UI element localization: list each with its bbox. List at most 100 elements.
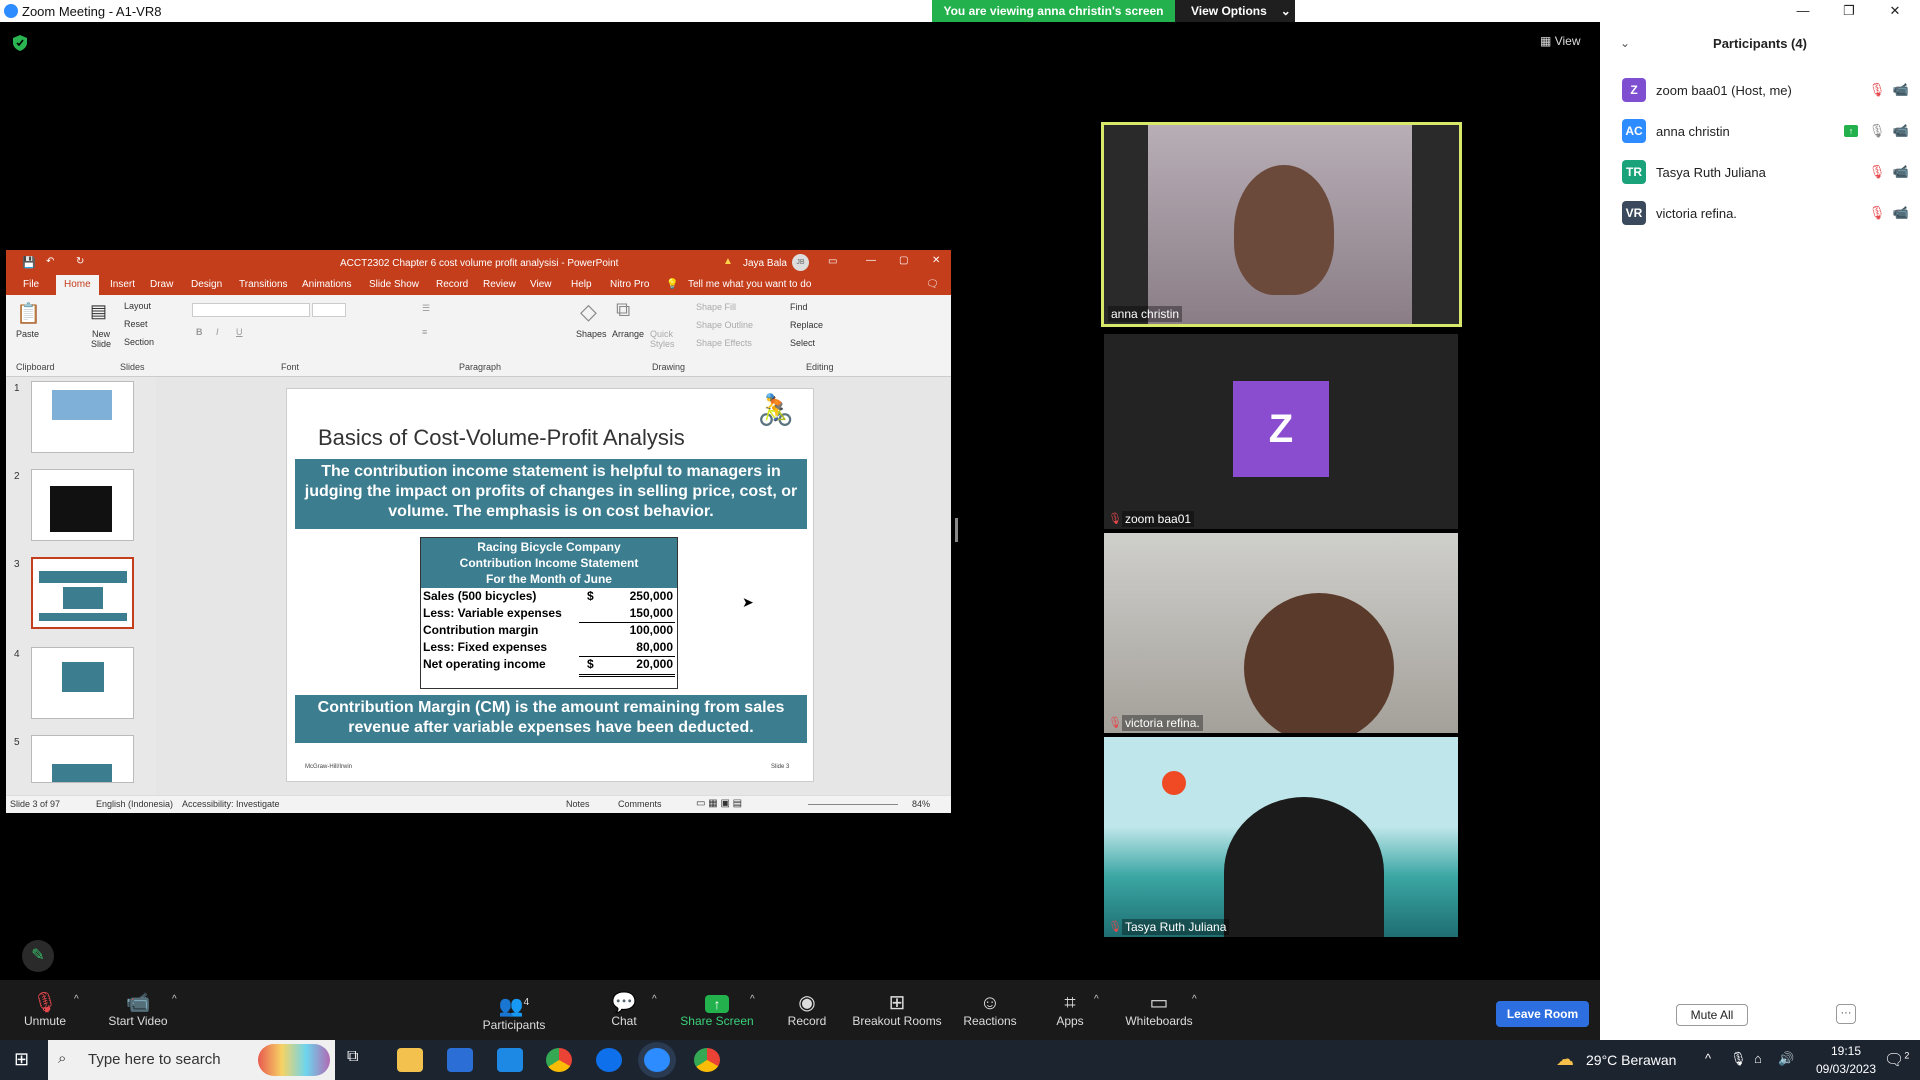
video-off-icon[interactable]: 📹 — [1892, 82, 1910, 98]
shapes-label[interactable]: Shapes — [576, 329, 607, 339]
tray-chevron-icon[interactable]: ^ — [1705, 1051, 1711, 1066]
tab-help[interactable]: Help — [571, 279, 592, 290]
align-icon[interactable]: ≡ — [422, 327, 427, 337]
participant-row[interactable]: AC anna christin ↑ 🎙 📹 — [1622, 119, 1912, 149]
underline-icon[interactable]: U — [236, 327, 243, 337]
notes-button[interactable]: Notes — [566, 799, 590, 809]
shape-outline-button[interactable]: Shape Outline — [696, 320, 753, 330]
tab-draw[interactable]: Draw — [150, 279, 173, 290]
new-slide-label[interactable]: New Slide — [86, 329, 116, 349]
zoom-level[interactable]: 84% — [912, 799, 930, 809]
record-button[interactable]: ◉ Record — [782, 992, 832, 1028]
unmute-button[interactable]: 🎙 Unmute — [22, 992, 68, 1028]
tab-view[interactable]: View — [530, 279, 552, 290]
italic-icon[interactable]: I — [216, 327, 219, 337]
split-resize-handle[interactable] — [955, 518, 958, 542]
windows-start-icon[interactable]: ⊞ — [14, 1049, 29, 1070]
video-tile-tasya[interactable]: 🎙 Tasya Ruth Juliana — [1104, 737, 1458, 937]
font-name-box[interactable] — [192, 303, 310, 317]
video-options-caret-icon[interactable]: ^ — [172, 994, 177, 1005]
video-icon[interactable]: 📹 — [1892, 123, 1910, 139]
video-icon[interactable]: 📹 — [1892, 164, 1910, 180]
microsoft-store-icon[interactable] — [447, 1048, 473, 1072]
tray-mic-icon[interactable]: 🎙 — [1730, 1051, 1747, 1067]
tab-transitions[interactable]: Transitions — [239, 279, 288, 290]
chat-caret-icon[interactable]: ^ — [652, 994, 657, 1005]
tab-home[interactable]: Home — [56, 275, 99, 295]
clock-date[interactable]: 09/03/2023 — [1812, 1062, 1880, 1076]
view-mode-icons[interactable]: ▭ ▦ ▣ ▤ — [696, 798, 742, 809]
slide-thumbnail-1[interactable] — [31, 381, 134, 453]
participant-row[interactable]: TR Tasya Ruth Juliana 🎙 📹 — [1622, 160, 1912, 190]
muted-mic-icon[interactable]: 🎙 — [1868, 164, 1886, 180]
quick-styles-label[interactable]: Quick Styles — [650, 329, 686, 349]
breakout-rooms-button[interactable]: ⊞ Breakout Rooms — [852, 992, 942, 1028]
video-tile-anna[interactable]: anna christin — [1101, 122, 1462, 327]
shape-effects-button[interactable]: Shape Effects — [696, 338, 752, 348]
apps-caret-icon[interactable]: ^ — [1094, 994, 1099, 1005]
tab-nitro-pro[interactable]: Nitro Pro — [610, 279, 649, 290]
arrange-label[interactable]: Arrange — [612, 329, 644, 339]
more-options-button[interactable]: ··· — [1836, 1004, 1856, 1024]
find-button[interactable]: Find — [790, 302, 808, 312]
ppt-maximize-button[interactable]: ▢ — [899, 255, 908, 266]
undo-icon[interactable]: ↶ — [46, 256, 54, 267]
video-tile-victoria[interactable]: 🎙 victoria refina. — [1104, 533, 1458, 733]
slide-thumbnail-4[interactable] — [31, 647, 134, 719]
reset-button[interactable]: Reset — [124, 319, 148, 329]
view-options-button[interactable]: View Options ⌄ — [1175, 0, 1295, 22]
notifications-icon[interactable]: 🗨2 — [1884, 1050, 1909, 1070]
tab-animations[interactable]: Animations — [302, 279, 351, 290]
whiteboards-caret-icon[interactable]: ^ — [1192, 994, 1197, 1005]
close-button[interactable]: ✕ — [1872, 0, 1918, 22]
share-screen-button[interactable]: ↑ Share Screen — [680, 992, 754, 1028]
ppt-minimize-button[interactable]: — — [866, 255, 876, 266]
font-size-box[interactable] — [312, 303, 346, 317]
accessibility-status[interactable]: Accessibility: Investigate — [182, 799, 280, 809]
file-explorer-icon[interactable] — [397, 1048, 423, 1072]
paste-icon[interactable]: 📋 — [16, 301, 41, 326]
slide-thumbnail-2[interactable] — [31, 469, 134, 541]
participants-button[interactable]: 👥4 Participants — [477, 992, 551, 1032]
ribbon-display-icon[interactable]: ▭ — [828, 256, 837, 267]
ppt-close-button[interactable]: ✕ — [932, 255, 940, 266]
reactions-button[interactable]: ☺ Reactions — [960, 992, 1020, 1028]
bullets-icon[interactable]: ☰ — [422, 303, 430, 314]
tab-record[interactable]: Record — [436, 279, 468, 290]
muted-mic-icon[interactable]: 🎙 — [1868, 82, 1886, 98]
paste-label[interactable]: Paste — [16, 329, 39, 339]
weather-text[interactable]: 29°C Berawan — [1586, 1052, 1676, 1068]
zoom-slider[interactable] — [808, 804, 898, 805]
select-button[interactable]: Select — [790, 338, 815, 348]
video-icon[interactable]: 📹 — [1892, 205, 1910, 221]
comments-button[interactable]: Comments — [618, 799, 662, 809]
apps-button[interactable]: ⌗ Apps — [1050, 992, 1090, 1028]
new-slide-icon[interactable]: ▤ — [90, 301, 107, 322]
save-icon[interactable]: 💾 — [22, 256, 36, 269]
language-status[interactable]: English (Indonesia) — [96, 799, 173, 809]
minimize-button[interactable]: — — [1780, 0, 1826, 22]
tell-me-search[interactable]: Tell me what you want to do — [688, 279, 811, 290]
clock-time[interactable]: 19:15 — [1820, 1044, 1872, 1058]
task-view-icon[interactable]: ⧉ — [347, 1048, 373, 1072]
restore-button[interactable]: ❐ — [1826, 0, 1872, 22]
mic-icon[interactable]: 🎙 — [1868, 123, 1886, 139]
redo-icon[interactable]: ↻ — [76, 256, 84, 267]
view-button[interactable]: ▦ View — [1540, 34, 1580, 48]
video-tile-zoom-baa01[interactable]: Z 🎙 zoom baa01 — [1104, 334, 1458, 529]
participant-row[interactable]: Z zoom baa01 (Host, me) 🎙 📹 — [1622, 78, 1912, 108]
tab-file[interactable]: File — [23, 279, 39, 290]
arrange-icon[interactable]: ⧉ — [616, 299, 630, 322]
taskbar-search-box[interactable]: ⌕ Type here to search — [48, 1040, 335, 1080]
teamviewer-icon[interactable] — [596, 1048, 622, 1072]
layout-button[interactable]: Layout — [124, 301, 151, 311]
volume-icon[interactable]: 🔊 — [1778, 1051, 1794, 1067]
share-caret-icon[interactable]: ^ — [750, 994, 755, 1005]
leave-room-button[interactable]: Leave Room — [1496, 1001, 1589, 1027]
zoom-taskbar-icon[interactable] — [644, 1048, 670, 1072]
tab-design[interactable]: Design — [191, 279, 222, 290]
chrome-icon[interactable] — [546, 1048, 572, 1072]
tab-review[interactable]: Review — [483, 279, 516, 290]
replace-button[interactable]: Replace — [790, 320, 823, 330]
tab-slide-show[interactable]: Slide Show — [369, 279, 419, 290]
